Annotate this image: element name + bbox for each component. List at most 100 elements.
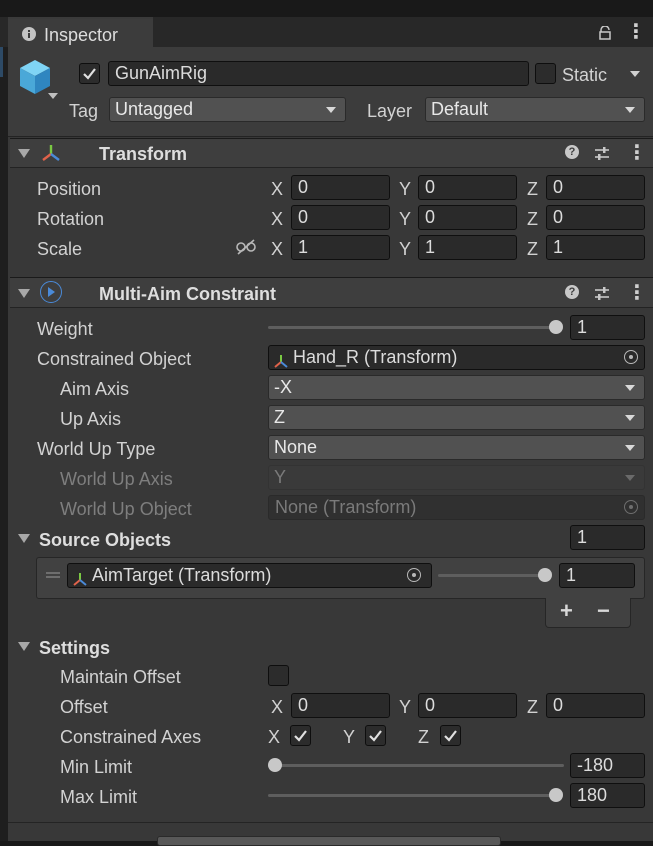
weight-label: Weight bbox=[37, 319, 93, 339]
min-limit-slider-track[interactable] bbox=[268, 764, 564, 767]
weight-field[interactable]: 1 bbox=[570, 315, 645, 340]
component-menu-icon[interactable]: ⋮ bbox=[627, 283, 647, 303]
window-menu-icon[interactable]: ⋮ bbox=[626, 22, 646, 42]
transform-title: Transform bbox=[99, 144, 188, 164]
weight-slider-knob[interactable] bbox=[549, 320, 563, 334]
source-objects-count-field[interactable]: 1 bbox=[570, 525, 645, 550]
rotation-z-field[interactable]: 0 bbox=[546, 205, 645, 230]
drag-handle-icon[interactable] bbox=[46, 572, 60, 578]
settings-title[interactable]: Settings bbox=[39, 639, 110, 657]
scale-x-value: 1 bbox=[298, 237, 309, 257]
lock-icon[interactable] bbox=[598, 24, 612, 40]
max-limit-field[interactable]: 180 bbox=[570, 783, 645, 808]
constrain-proportions-icon[interactable] bbox=[236, 239, 256, 255]
chevron-down-icon bbox=[625, 415, 635, 421]
presets-icon[interactable] bbox=[594, 285, 610, 300]
object-picker-icon[interactable] bbox=[624, 350, 638, 364]
cube-icon[interactable] bbox=[18, 58, 52, 96]
weight-slider-track[interactable] bbox=[268, 326, 558, 329]
help-icon[interactable]: ? bbox=[565, 145, 579, 159]
multi-aim-foldout-arrow[interactable] bbox=[18, 289, 30, 298]
constrained-y-checkbox[interactable] bbox=[365, 725, 386, 746]
help-icon[interactable]: ? bbox=[565, 285, 579, 299]
active-checkbox[interactable] bbox=[79, 63, 100, 84]
axis-z-label[interactable]: Z bbox=[527, 240, 538, 258]
rotation-y-field[interactable]: 0 bbox=[418, 205, 517, 230]
gameobject-name: GunAimRig bbox=[115, 63, 208, 83]
constrained-object-label: Constrained Object bbox=[37, 349, 192, 369]
tab-title: Inspector bbox=[44, 25, 119, 45]
tag-dropdown[interactable]: Untagged bbox=[109, 97, 346, 122]
axis-x-label[interactable]: X bbox=[271, 240, 283, 258]
axis-x-label[interactable]: X bbox=[271, 180, 283, 198]
gameobject-name-field[interactable]: GunAimRig bbox=[108, 61, 529, 86]
source-object-name: AimTarget (Transform) bbox=[92, 565, 272, 585]
offset-x-field[interactable]: 0 bbox=[291, 693, 390, 718]
offset-z-field[interactable]: 0 bbox=[546, 693, 645, 718]
axis-y-label[interactable]: Y bbox=[399, 698, 411, 716]
list-footer bbox=[545, 598, 631, 628]
constrained-z-checkbox[interactable] bbox=[440, 725, 461, 746]
axis-x-label[interactable]: X bbox=[271, 698, 283, 716]
scale-z-field[interactable]: 1 bbox=[546, 235, 645, 260]
maintain-offset-checkbox[interactable] bbox=[268, 665, 289, 686]
source-weight-field[interactable]: 1 bbox=[559, 563, 635, 588]
axis-y-label[interactable]: Y bbox=[399, 210, 411, 228]
bottom-divider bbox=[8, 822, 653, 823]
icon-dropdown-arrow[interactable] bbox=[48, 93, 58, 99]
source-object-field[interactable]: AimTarget (Transform) bbox=[67, 563, 432, 588]
constrained-x-checkbox[interactable] bbox=[290, 725, 311, 746]
up-axis-value: Z bbox=[274, 407, 285, 427]
source-objects-foldout-arrow[interactable] bbox=[18, 534, 30, 543]
tab-inspector[interactable]: Inspector bbox=[8, 17, 153, 48]
offset-x-value: 0 bbox=[298, 695, 309, 715]
presets-icon[interactable] bbox=[594, 145, 610, 160]
scale-label: Scale bbox=[37, 239, 83, 259]
axis-z-label[interactable]: Z bbox=[527, 210, 538, 228]
world-up-type-label: World Up Type bbox=[37, 439, 156, 459]
maintain-offset-label: Maintain Offset bbox=[60, 667, 181, 687]
min-limit-slider-knob[interactable] bbox=[268, 758, 282, 772]
axis-z-label[interactable]: Z bbox=[527, 698, 538, 716]
object-picker-icon[interactable] bbox=[407, 568, 421, 582]
add-component-button[interactable] bbox=[157, 836, 501, 846]
max-limit-slider-knob[interactable] bbox=[549, 788, 563, 802]
axis-z-label[interactable]: Z bbox=[527, 180, 538, 198]
rotation-z-value: 0 bbox=[553, 207, 564, 227]
position-x-field[interactable]: 0 bbox=[291, 175, 390, 200]
static-checkbox[interactable] bbox=[535, 63, 556, 84]
axis-y-label[interactable]: Y bbox=[399, 240, 411, 258]
position-z-value: 0 bbox=[553, 177, 564, 197]
constraint-script-icon bbox=[40, 281, 62, 303]
settings-foldout-arrow[interactable] bbox=[18, 642, 30, 651]
scale-x-field[interactable]: 1 bbox=[291, 235, 390, 260]
component-menu-icon[interactable]: ⋮ bbox=[627, 143, 647, 163]
rotation-x-field[interactable]: 0 bbox=[291, 205, 390, 230]
scale-y-field[interactable]: 1 bbox=[418, 235, 517, 260]
position-x-value: 0 bbox=[298, 177, 309, 197]
layer-dropdown[interactable]: Default bbox=[425, 97, 645, 122]
min-limit-field[interactable]: -180 bbox=[570, 753, 645, 778]
static-dropdown-arrow[interactable] bbox=[630, 71, 640, 77]
axis-x-label[interactable]: X bbox=[271, 210, 283, 228]
source-weight-slider-knob[interactable] bbox=[538, 568, 552, 582]
chevron-down-icon bbox=[326, 107, 336, 113]
source-weight-slider-track[interactable] bbox=[438, 574, 546, 577]
transform-icon bbox=[40, 143, 62, 163]
max-limit-value: 180 bbox=[577, 785, 608, 805]
offset-y-field[interactable]: 0 bbox=[418, 693, 517, 718]
source-objects-title[interactable]: Source Objects bbox=[39, 531, 171, 549]
constrained-axes-label: Constrained Axes bbox=[60, 727, 202, 747]
add-item-button[interactable]: + bbox=[560, 600, 573, 622]
world-up-type-dropdown[interactable]: None bbox=[268, 435, 645, 460]
up-axis-dropdown[interactable]: Z bbox=[268, 405, 645, 430]
max-limit-slider-track[interactable] bbox=[268, 794, 558, 797]
constrained-object-value: Hand_R (Transform) bbox=[293, 347, 458, 367]
position-z-field[interactable]: 0 bbox=[546, 175, 645, 200]
constrained-object-field[interactable]: Hand_R (Transform) bbox=[268, 345, 645, 370]
axis-y-label[interactable]: Y bbox=[399, 180, 411, 198]
aim-axis-dropdown[interactable]: -X bbox=[268, 375, 645, 400]
transform-foldout-arrow[interactable] bbox=[18, 149, 30, 158]
remove-item-button[interactable]: − bbox=[597, 600, 610, 622]
position-y-field[interactable]: 0 bbox=[418, 175, 517, 200]
